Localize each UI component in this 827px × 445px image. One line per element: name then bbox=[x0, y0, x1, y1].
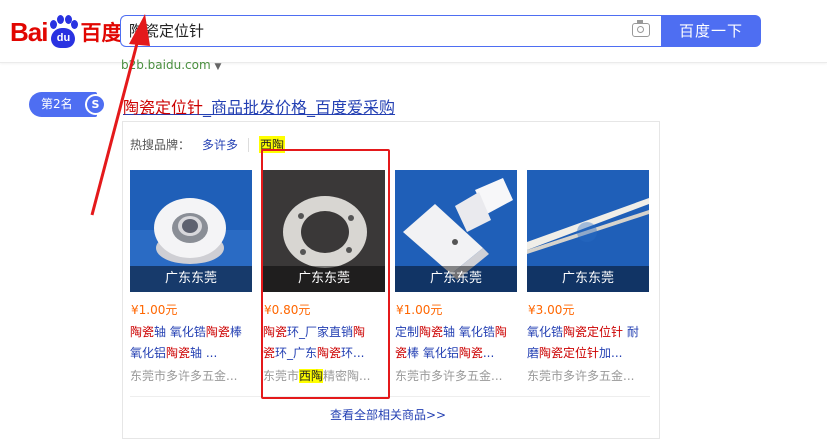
annotation-arrow bbox=[90, 14, 150, 216]
